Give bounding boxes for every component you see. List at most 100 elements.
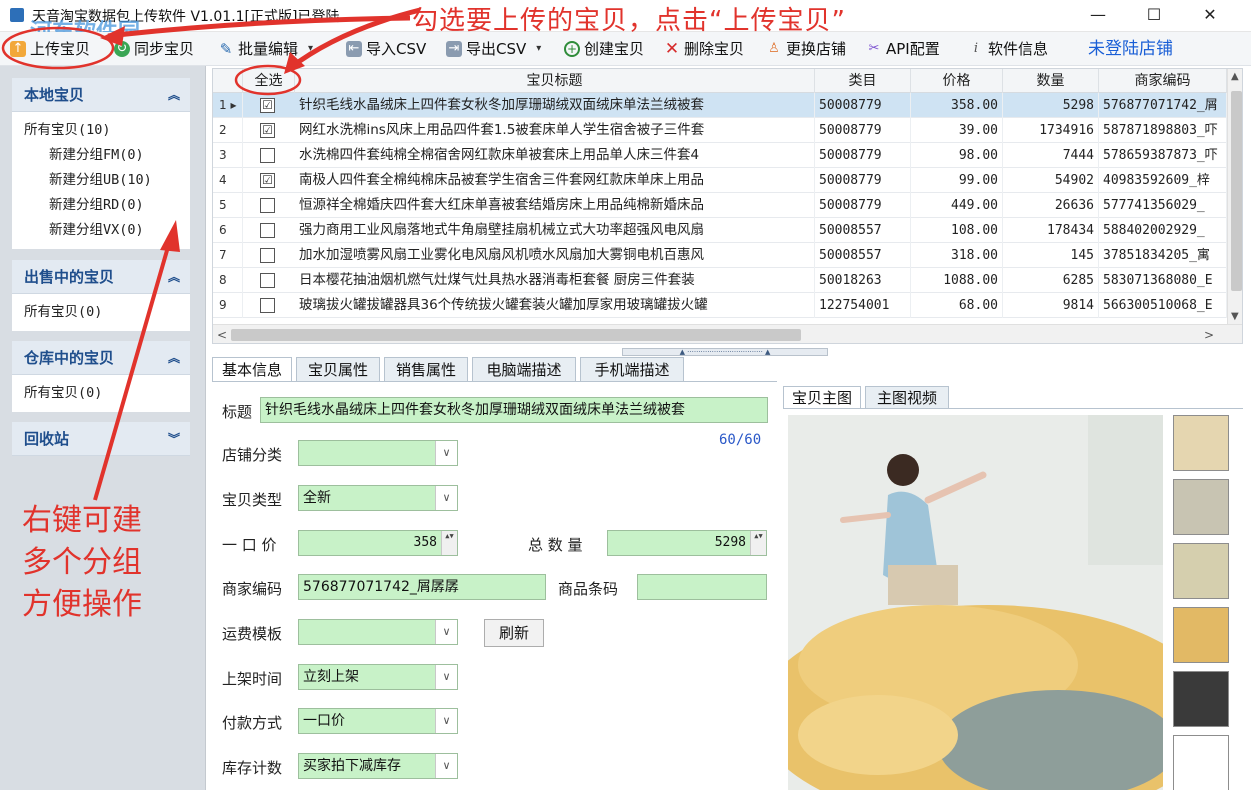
- tab-basic-info[interactable]: 基本信息: [212, 357, 292, 381]
- horizontal-scrollbar[interactable]: < >: [213, 324, 1242, 343]
- thumbnail-3[interactable]: [1173, 543, 1229, 599]
- minimize-button[interactable]: —: [1075, 0, 1121, 32]
- spin-arrows-icon[interactable]: ▲▼: [441, 531, 457, 555]
- row-checkbox[interactable]: ☑: [260, 98, 275, 113]
- payment-method-select[interactable]: 一口价 ∨: [298, 708, 458, 734]
- table-row[interactable]: 4 ☑ 南极人四件套全棉纯棉床品被套学生宿舍三件套网红款床单床上用品 50008779…: [213, 168, 1242, 193]
- thumbnail-1[interactable]: [1173, 415, 1229, 471]
- recycle-bin-header[interactable]: 回收站 ︾: [12, 422, 190, 456]
- title-input[interactable]: 针织毛线水晶绒床上四件套女秋冬加厚珊瑚绒双面绒床单法兰绒被套: [260, 397, 768, 423]
- store-category-select[interactable]: ∨: [298, 440, 458, 466]
- sync-button[interactable]: ↻ 同步宝贝: [114, 38, 194, 60]
- scroll-down-arrow[interactable]: ▼: [1231, 311, 1239, 322]
- merchant-code-input[interactable]: 576877071742_屑孱孱: [298, 574, 546, 600]
- import-csv-button[interactable]: ⇤ 导入CSV: [346, 38, 426, 60]
- row-checkbox[interactable]: [260, 298, 275, 313]
- tab-main-video[interactable]: 主图视频: [865, 386, 949, 408]
- price-header[interactable]: 价格: [911, 69, 1003, 93]
- sidebar-item-group-vx[interactable]: 新建分组VX(0): [24, 218, 190, 243]
- refresh-button[interactable]: 刷新: [484, 619, 544, 647]
- warehouse-items-panel: 仓库中的宝贝 ︽ 所有宝贝(0): [12, 341, 190, 412]
- quantity-header[interactable]: 数量: [1003, 69, 1099, 93]
- table-row[interactable]: 8 日本樱花抽油烟机燃气灶煤气灶具热水器消毒柜套餐 厨房三件套装 50018263 1…: [213, 268, 1242, 293]
- batch-edit-button[interactable]: ✎ 批量编辑 ▾: [218, 38, 313, 60]
- table-row[interactable]: 6 强力商用工业风扇落地式牛角扇壁挂扇机械立式大功率超强风电风扇 50008557 1…: [213, 218, 1242, 243]
- total-quantity-stepper[interactable]: 5298 ▲▼: [607, 530, 767, 556]
- title-header[interactable]: 宝贝标题: [295, 69, 815, 93]
- items-grid: 全选 宝贝标题 类目 价格 数量 商家编码 1 ▸ ☑ 针织毛线水晶绒床上四件套女秋…: [212, 68, 1243, 344]
- row-checkbox[interactable]: [260, 223, 275, 238]
- row-checkbox[interactable]: ☑: [260, 123, 275, 138]
- warehouse-items-header[interactable]: 仓库中的宝贝 ︽: [12, 341, 190, 375]
- scroll-up-arrow[interactable]: ▲: [1231, 71, 1239, 82]
- sidebar-item-all-warehouse[interactable]: 所有宝贝(0): [24, 381, 190, 406]
- sidebar-item-group-rd[interactable]: 新建分组RD(0): [24, 193, 190, 218]
- main-product-image[interactable]: [788, 415, 1163, 790]
- sidebar-item-group-fm[interactable]: 新建分组FM(0): [24, 143, 190, 168]
- close-button[interactable]: ✕: [1187, 0, 1233, 32]
- item-type-select[interactable]: 全新 ∨: [298, 485, 458, 511]
- table-row[interactable]: 2 ☑ 网红水洗棉ins风床上用品四件套1.5被套床单人学生宿舍被子三件套 50008…: [213, 118, 1242, 143]
- maximize-button[interactable]: ☐: [1131, 0, 1177, 32]
- barcode-input[interactable]: [637, 574, 767, 600]
- row-checkbox[interactable]: [260, 148, 275, 163]
- table-row[interactable]: 5 恒源祥全棉婚庆四件套大红床单喜被套结婚房床上用品纯棉新婚床品 50008779 4…: [213, 193, 1242, 218]
- export-csv-button[interactable]: ⇥ 导出CSV ▾: [446, 38, 541, 60]
- tab-sales-attributes[interactable]: 销售属性: [384, 357, 468, 381]
- login-status-link[interactable]: 未登陆店铺: [1088, 38, 1173, 60]
- table-row[interactable]: 7 加水加湿喷雾风扇工业雾化电风扇风机喷水风扇加大雾铜电机百惠风 50008557 3…: [213, 243, 1242, 268]
- merchant-code-header[interactable]: 商家编码: [1099, 69, 1227, 93]
- vertical-scrollbar[interactable]: ▲ ▼: [1227, 69, 1242, 324]
- delete-item-button[interactable]: ✕ 删除宝贝: [664, 38, 744, 60]
- table-row[interactable]: 9 玻璃拔火罐拔罐器具36个传统拔火罐套装火罐加厚家用玻璃罐拔火罐 12275400…: [213, 293, 1242, 318]
- expand-icon[interactable]: ︾: [168, 422, 180, 456]
- row-checkbox[interactable]: ☑: [260, 173, 275, 188]
- local-items-header[interactable]: 本地宝贝 ︽: [12, 78, 190, 112]
- row-checkbox[interactable]: [260, 198, 275, 213]
- chevron-down-icon[interactable]: ∨: [435, 441, 457, 465]
- collapse-icon[interactable]: ︽: [168, 78, 180, 112]
- create-item-button[interactable]: + 创建宝贝: [564, 38, 644, 60]
- collapse-icon[interactable]: ︽: [168, 260, 180, 294]
- shipping-template-select[interactable]: ∨: [298, 619, 458, 645]
- listing-time-select[interactable]: 立刻上架 ∨: [298, 664, 458, 690]
- chevron-down-icon[interactable]: ▾: [308, 38, 313, 60]
- thumbnail-5[interactable]: [1173, 671, 1229, 727]
- chevron-down-icon[interactable]: ∨: [435, 709, 457, 733]
- sidebar-item-group-ub[interactable]: 新建分组UB(10): [24, 168, 190, 193]
- sidebar-item-all-selling[interactable]: 所有宝贝(0): [24, 300, 190, 325]
- tab-pc-description[interactable]: 电脑端描述: [472, 357, 576, 381]
- horizontal-scroll-thumb[interactable]: [231, 329, 801, 341]
- change-store-button[interactable]: ♙ 更换店铺: [766, 38, 846, 60]
- chevron-down-icon[interactable]: ▾: [536, 38, 541, 60]
- selling-items-header[interactable]: 出售中的宝贝 ︽: [12, 260, 190, 294]
- chevron-down-icon[interactable]: ∨: [435, 754, 457, 778]
- upload-button[interactable]: ↑ 上传宝贝: [10, 38, 90, 60]
- chevron-down-icon[interactable]: ∨: [435, 620, 457, 644]
- thumbnail-4[interactable]: [1173, 607, 1229, 663]
- thumbnail-2[interactable]: [1173, 479, 1229, 535]
- api-config-button[interactable]: ✂ API配置: [866, 38, 940, 60]
- tab-mobile-description[interactable]: 手机端描述: [580, 357, 684, 381]
- row-checkbox[interactable]: [260, 273, 275, 288]
- collapse-icon[interactable]: ︽: [168, 341, 180, 375]
- tab-item-attributes[interactable]: 宝贝属性: [296, 357, 380, 381]
- scroll-right-arrow[interactable]: >: [1204, 325, 1214, 343]
- thumbnail-empty[interactable]: [1173, 735, 1229, 790]
- category-header[interactable]: 类目: [815, 69, 911, 93]
- panel-splitter[interactable]: ▲ ·································· ▲: [622, 348, 828, 356]
- stock-count-select[interactable]: 买家拍下减库存 ∨: [298, 753, 458, 779]
- software-info-button[interactable]: i 软件信息: [968, 38, 1048, 60]
- chevron-down-icon[interactable]: ∨: [435, 486, 457, 510]
- chevron-down-icon[interactable]: ∨: [435, 665, 457, 689]
- price-stepper[interactable]: 358 ▲▼: [298, 530, 458, 556]
- sidebar-item-all-local[interactable]: 所有宝贝(10): [24, 118, 190, 143]
- scroll-left-arrow[interactable]: <: [217, 325, 227, 343]
- spin-arrows-icon[interactable]: ▲▼: [750, 531, 766, 555]
- table-row[interactable]: 1 ▸ ☑ 针织毛线水晶绒床上四件套女秋冬加厚珊瑚绒双面绒床单法兰绒被套 500087…: [213, 93, 1242, 118]
- row-checkbox[interactable]: [260, 248, 275, 263]
- table-row[interactable]: 3 水洗棉四件套纯棉全棉宿舍网红款床单被套床上用品单人床三件套4 50008779 9…: [213, 143, 1242, 168]
- tab-main-image[interactable]: 宝贝主图: [783, 386, 861, 408]
- select-all-header[interactable]: 全选: [243, 69, 295, 93]
- vertical-scroll-thumb[interactable]: [1231, 91, 1242, 291]
